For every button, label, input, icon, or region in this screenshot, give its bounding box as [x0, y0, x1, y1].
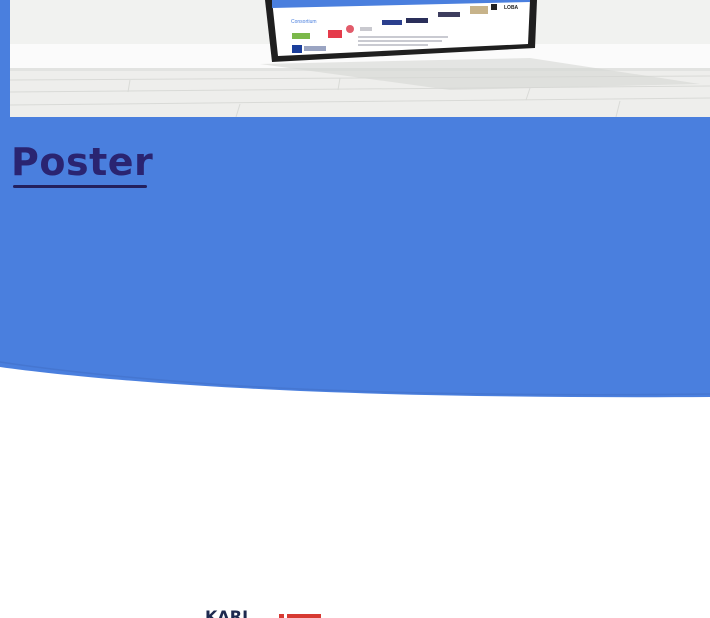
section-title: Poster: [11, 140, 154, 184]
poster-consortium-label: Consortium: [291, 19, 317, 25]
poster-logo-loba: LOBA: [504, 5, 519, 11]
partner-logo-text: KARL: [205, 608, 252, 618]
title-underline: [13, 185, 147, 188]
partner-logo-partial: KARL: [205, 608, 321, 618]
poster-mockup-photo: Consortium LOBA: [10, 0, 710, 117]
